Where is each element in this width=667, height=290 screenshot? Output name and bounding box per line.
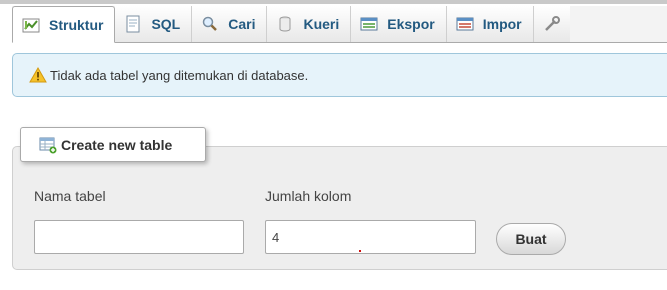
table-name-label: Nama tabel [34, 188, 106, 204]
warning-icon [29, 67, 47, 83]
create-button[interactable]: Buat [496, 223, 566, 255]
cursor-mark [359, 250, 361, 252]
search-icon [201, 15, 219, 33]
sql-icon [124, 15, 142, 33]
export-icon [360, 15, 378, 33]
tab-label: SQL [151, 16, 181, 32]
tab-export[interactable]: Ekspor [351, 6, 447, 42]
query-icon [276, 15, 294, 33]
tab-label: Cari [228, 16, 256, 32]
import-icon [456, 15, 474, 33]
table-name-input[interactable] [34, 220, 244, 254]
wrench-icon [543, 15, 561, 33]
notice-box: Tidak ada tabel yang ditemukan di databa… [12, 53, 667, 97]
tab-label: Kueri [303, 16, 340, 32]
tab-query[interactable]: Kueri [267, 6, 352, 42]
notice-text: Tidak ada tabel yang ditemukan di databa… [50, 67, 309, 83]
column-count-input[interactable] [265, 220, 476, 254]
column-count-label: Jumlah kolom [265, 188, 352, 204]
create-table-legend: Create new table [20, 127, 206, 162]
top-rule [0, 0, 667, 4]
tab-label: Impor [482, 16, 522, 32]
tab-structure[interactable]: Struktur [12, 6, 116, 43]
tab-operations[interactable] [533, 6, 570, 42]
tab-sql[interactable]: SQL [115, 6, 193, 42]
legend-label: Create new table [61, 136, 173, 153]
new-table-icon [39, 136, 57, 154]
tab-label: Struktur [49, 16, 104, 33]
structure-icon [22, 16, 40, 34]
tab-search[interactable]: Cari [192, 6, 268, 42]
tab-import[interactable]: Impor [446, 6, 534, 42]
tab-label: Ekspor [387, 16, 435, 32]
tab-bar: Struktur SQL Cari Kueri Ekspor Impor [12, 6, 667, 43]
